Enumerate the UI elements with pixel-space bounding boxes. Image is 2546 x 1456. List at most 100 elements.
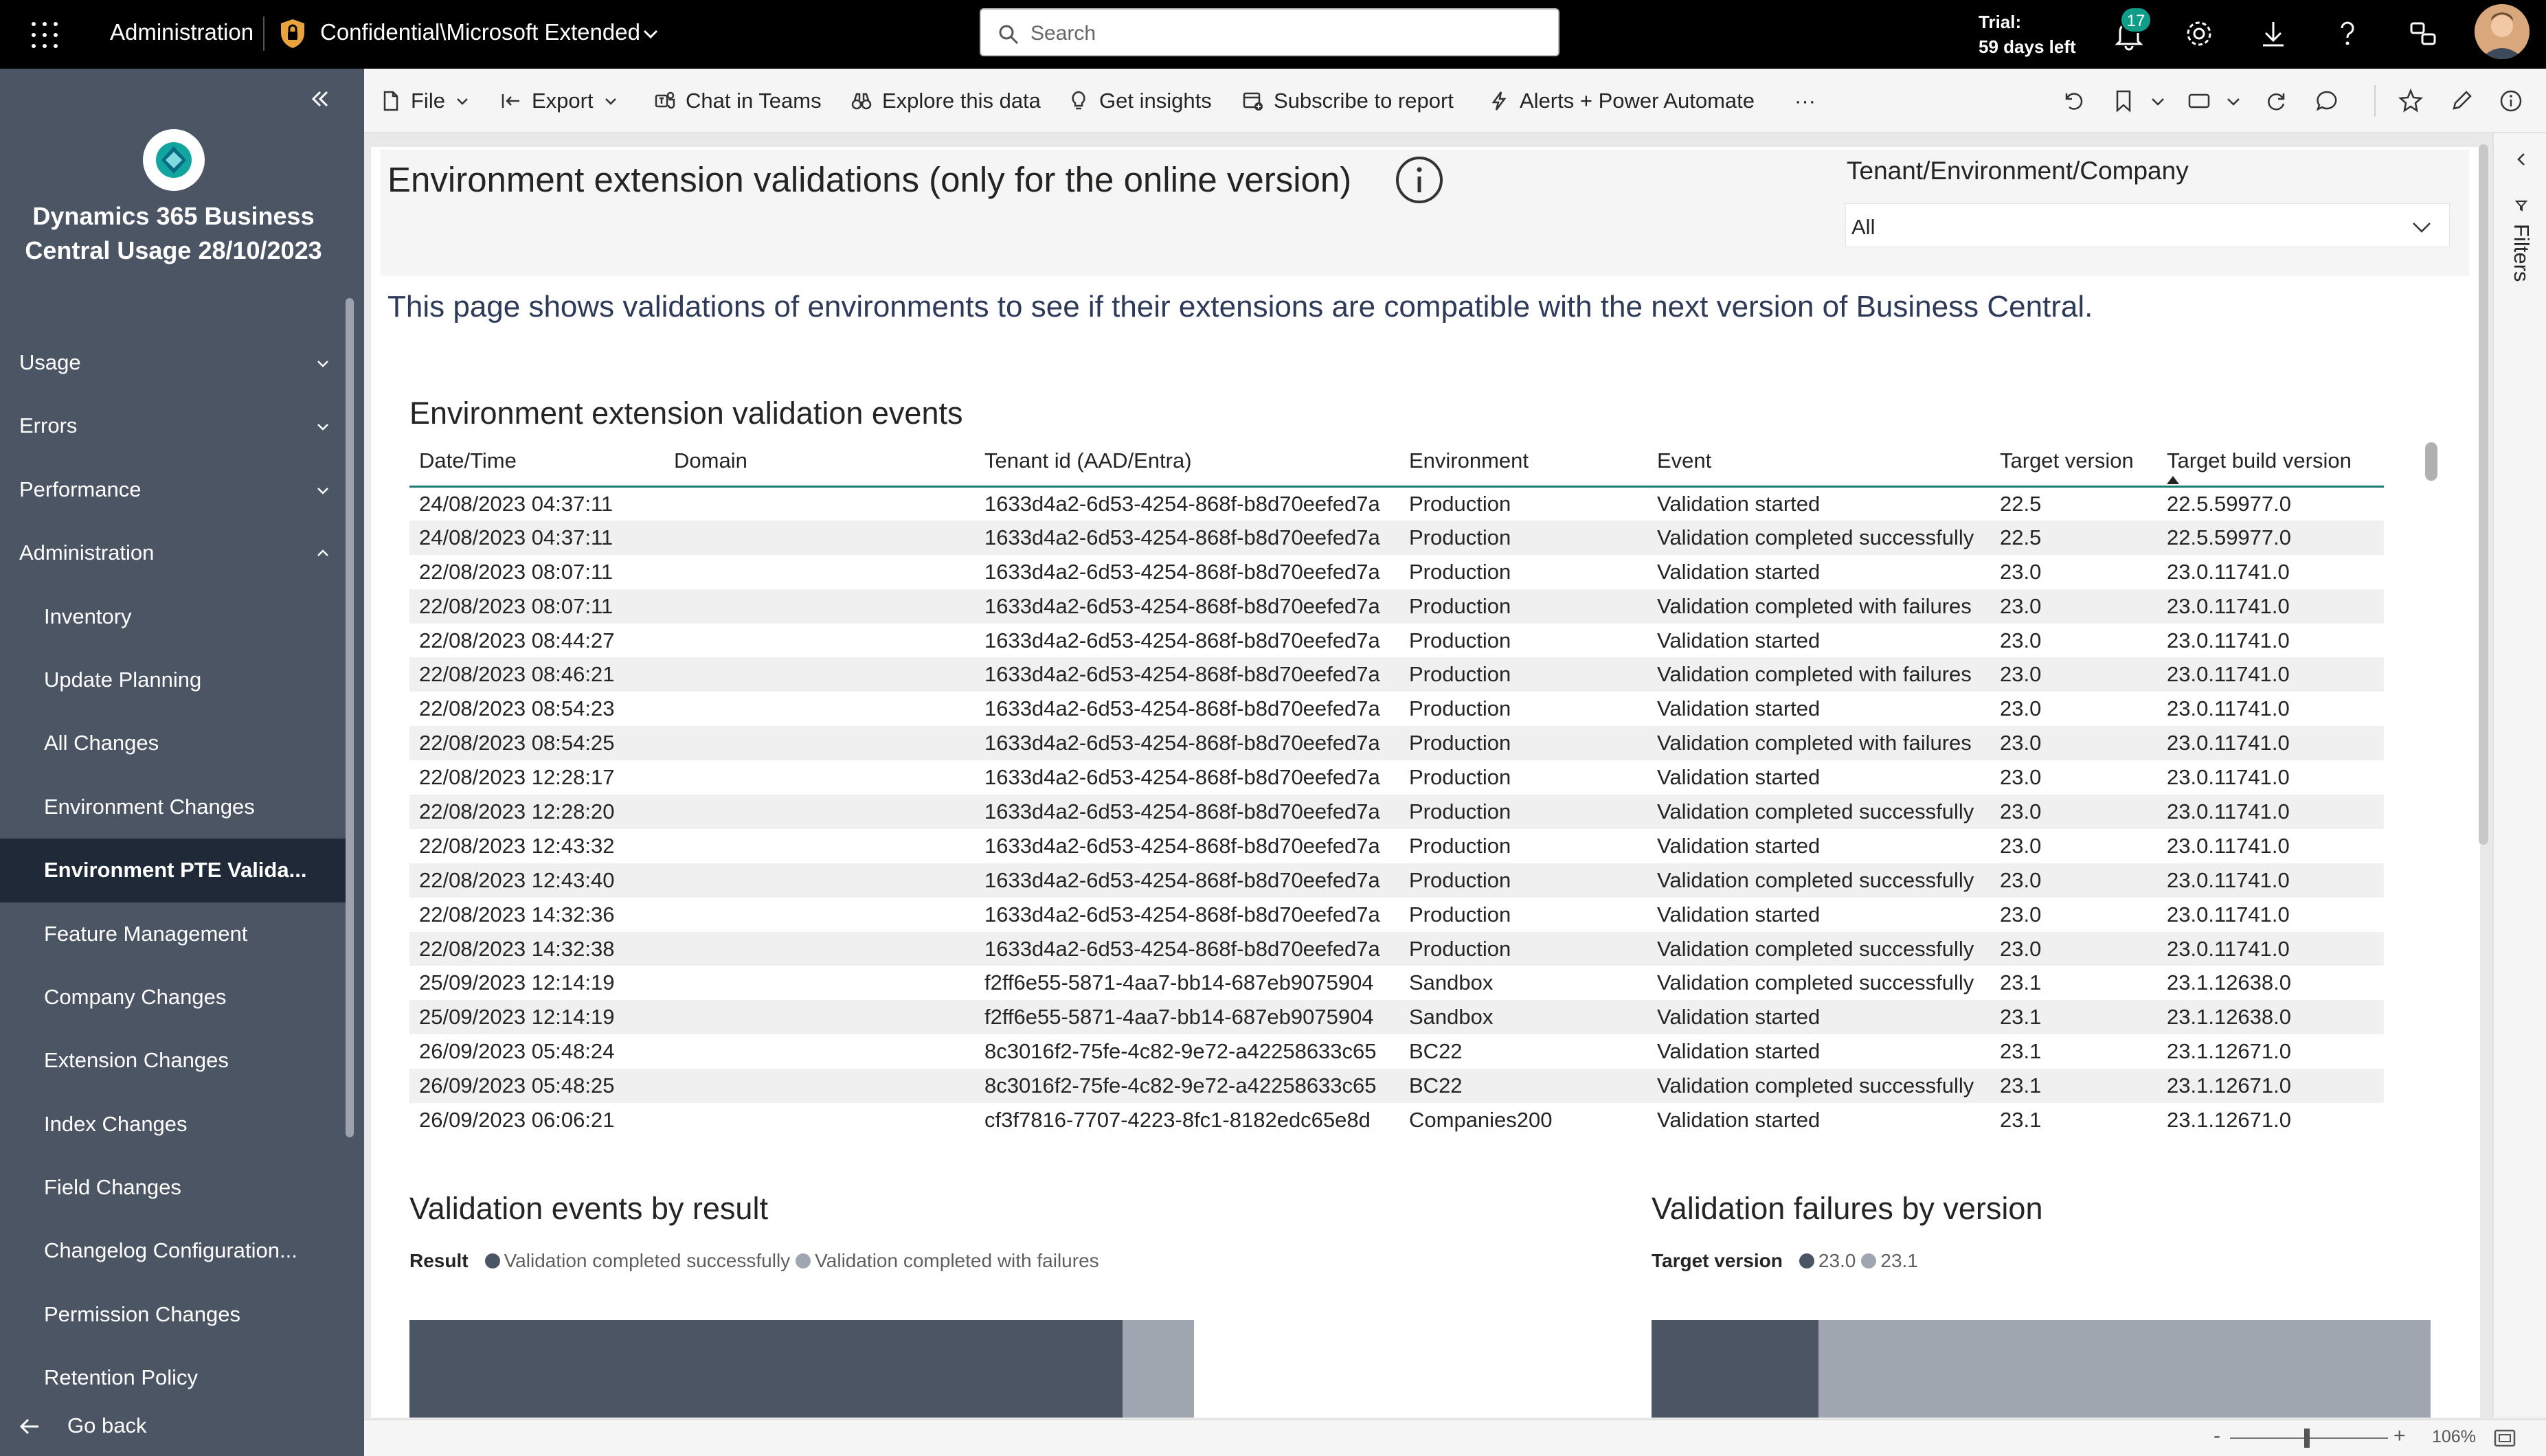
table-cell: [664, 760, 975, 795]
explore-data-button[interactable]: Explore this data: [850, 69, 1041, 133]
zoom-in-button[interactable]: +: [2393, 1424, 2406, 1448]
column-header[interactable]: Target build version: [2157, 437, 2384, 488]
search-box[interactable]: Search: [980, 8, 1559, 56]
table-row[interactable]: 22/08/2023 12:43:40 1633d4a2-6d53-4254-86…: [409, 863, 2384, 898]
subscribe-button[interactable]: Subscribe to report: [1242, 69, 1454, 133]
table-row[interactable]: 25/09/2023 12:14:19 f2ff6e55-5871-4aa7-bb…: [409, 966, 2384, 1000]
sidebar-item-environment-changes[interactable]: Environment Changes: [0, 775, 347, 839]
zoom-slider-thumb[interactable]: [2304, 1429, 2310, 1448]
legend-item[interactable]: Validation completed successfully: [504, 1250, 791, 1272]
bar-segment-validation-completed-with-failures[interactable]: [1123, 1320, 1194, 1418]
collapse-nav-icon[interactable]: [308, 87, 333, 111]
download-icon[interactable]: [2257, 18, 2289, 49]
sidebar-item-inventory[interactable]: Inventory: [0, 585, 347, 648]
workspace-label[interactable]: Confidential\Microsoft Extended: [320, 19, 640, 45]
sidebar-item-extension-changes[interactable]: Extension Changes: [0, 1029, 347, 1092]
sidebar-item-permission-changes[interactable]: Permission Changes: [0, 1283, 347, 1346]
legend-item[interactable]: Validation completed with failures: [815, 1250, 1099, 1272]
table-row[interactable]: 26/09/2023 05:48:24 8c3016f2-75fe-4c82-9e…: [409, 1034, 2384, 1069]
table-row[interactable]: 25/09/2023 12:14:19 f2ff6e55-5871-4aa7-bb…: [409, 1000, 2384, 1035]
report-logo: [143, 129, 205, 191]
file-menu[interactable]: File: [379, 69, 470, 133]
table-row[interactable]: 26/09/2023 06:06:21 cf3f7816-7707-4223-8f…: [409, 1103, 2384, 1137]
bar-segment-validation-completed-successfully[interactable]: [409, 1320, 1123, 1418]
sidebar-item-index-changes[interactable]: Index Changes: [0, 1093, 347, 1156]
sidebar-item-changelog-configuration[interactable]: Changelog Configuration...: [0, 1219, 347, 1282]
table-row[interactable]: 22/08/2023 12:43:32 1633d4a2-6d53-4254-86…: [409, 829, 2384, 863]
column-header[interactable]: Domain: [664, 437, 975, 488]
sidebar-item-environment-pte-valida[interactable]: Environment PTE Valida...: [0, 839, 347, 902]
table-row[interactable]: 22/08/2023 12:28:20 1633d4a2-6d53-4254-86…: [409, 795, 2384, 829]
table-row[interactable]: 22/08/2023 08:54:23 1633d4a2-6d53-4254-86…: [409, 692, 2384, 726]
column-header[interactable]: Tenant id (AAD/Entra): [975, 437, 1399, 488]
sidebar-item-administration[interactable]: Administration: [0, 521, 347, 584]
chevron-down-icon[interactable]: [2149, 88, 2167, 114]
bar-segment-23-0[interactable]: [1652, 1320, 1818, 1418]
table-cell: [664, 795, 975, 829]
column-header[interactable]: Environment: [1399, 437, 1647, 488]
alerts-automate-button[interactable]: Alerts + Power Automate: [1488, 69, 1755, 133]
view-icon[interactable]: [2186, 88, 2212, 114]
sidebar-item-all-changes[interactable]: All Changes: [0, 712, 347, 775]
sidebar-item-field-changes[interactable]: Field Changes: [0, 1156, 347, 1219]
table-row[interactable]: 22/08/2023 08:44:27 1633d4a2-6d53-4254-86…: [409, 624, 2384, 658]
table-scrollbar[interactable]: [2425, 442, 2437, 481]
chevron-down-icon: [457, 98, 468, 105]
chat-in-teams-button[interactable]: Chat in Teams: [654, 69, 822, 133]
fit-to-page-icon[interactable]: [2494, 1429, 2516, 1448]
table-row[interactable]: 22/08/2023 08:54:25 1633d4a2-6d53-4254-86…: [409, 726, 2384, 761]
get-insights-button[interactable]: Get insights: [1068, 69, 1212, 133]
table-row[interactable]: 22/08/2023 08:07:11 1633d4a2-6d53-4254-86…: [409, 555, 2384, 589]
app-launcher-icon[interactable]: [30, 21, 59, 49]
edit-pencil-icon[interactable]: [2448, 88, 2475, 114]
legend-item[interactable]: 23.1: [1880, 1250, 1918, 1272]
table-row[interactable]: 22/08/2023 14:32:38 1633d4a2-6d53-4254-86…: [409, 931, 2384, 966]
zoom-out-button[interactable]: -: [2213, 1424, 2220, 1448]
table-cell: [664, 1069, 975, 1104]
table-row[interactable]: 22/08/2023 14:32:36 1633d4a2-6d53-4254-86…: [409, 898, 2384, 932]
column-header[interactable]: Event: [1647, 437, 1990, 488]
filters-pane[interactable]: Filters: [2492, 133, 2546, 1418]
legend-item[interactable]: 23.0: [1818, 1250, 1856, 1272]
sidebar-item-update-planning[interactable]: Update Planning: [0, 648, 347, 712]
user-avatar[interactable]: [2475, 4, 2530, 59]
reset-undo-icon[interactable]: [2060, 88, 2086, 114]
table-cell: 23.0.11741.0: [2167, 902, 2290, 926]
feedback-share-icon[interactable]: [2407, 18, 2439, 49]
settings-gear-icon[interactable]: [2183, 18, 2215, 49]
chevron-down-icon[interactable]: [642, 25, 660, 43]
canvas-scrollbar[interactable]: [2479, 144, 2488, 845]
column-header[interactable]: Date/Time: [409, 437, 664, 488]
sidebar-item-usage[interactable]: Usage: [0, 331, 347, 394]
expand-filters-icon[interactable]: [2513, 151, 2530, 168]
bar-segment-23-1[interactable]: [1818, 1320, 2431, 1418]
table-cell: 26/09/2023 05:48:24: [419, 1039, 615, 1064]
table-row[interactable]: 24/08/2023 04:37:11 1633d4a2-6d53-4254-86…: [409, 486, 2384, 521]
sidebar-item-errors[interactable]: Errors: [0, 394, 347, 457]
table-row[interactable]: 22/08/2023 12:28:17 1633d4a2-6d53-4254-86…: [409, 760, 2384, 795]
table-row[interactable]: 24/08/2023 04:37:11 1633d4a2-6d53-4254-86…: [409, 520, 2384, 555]
help-question-icon[interactable]: [2332, 18, 2363, 49]
comment-icon[interactable]: [2314, 88, 2340, 114]
sidebar-item-performance[interactable]: Performance: [0, 458, 347, 521]
bookmark-icon[interactable]: [2110, 88, 2137, 114]
app-name[interactable]: Administration: [110, 19, 254, 45]
go-back-button[interactable]: Go back: [0, 1398, 347, 1453]
table-row[interactable]: 22/08/2023 08:07:11 1633d4a2-6d53-4254-86…: [409, 589, 2384, 624]
table-row[interactable]: 26/09/2023 05:48:25 8c3016f2-75fe-4c82-9e…: [409, 1069, 2384, 1104]
column-header[interactable]: Target version: [1990, 437, 2157, 488]
table-cell: Production: [1409, 696, 1511, 721]
refresh-icon[interactable]: [2263, 88, 2289, 114]
favorite-star-icon[interactable]: [2398, 88, 2424, 114]
table-row[interactable]: 22/08/2023 08:46:21 1633d4a2-6d53-4254-86…: [409, 657, 2384, 692]
more-options-button[interactable]: ···: [1794, 69, 1816, 133]
sidebar-item-company-changes[interactable]: Company Changes: [0, 966, 347, 1029]
sidebar-item-label: Changelog Configuration...: [44, 1238, 297, 1263]
info-icon[interactable]: [2498, 88, 2524, 114]
chevron-down-icon[interactable]: [2224, 88, 2242, 114]
info-icon[interactable]: [1395, 155, 1444, 205]
tenant-slicer-dropdown[interactable]: All: [1845, 203, 2450, 247]
nav-scrollbar[interactable]: [346, 298, 354, 1137]
sidebar-item-feature-management[interactable]: Feature Management: [0, 902, 347, 966]
export-menu[interactable]: Export: [500, 69, 618, 133]
